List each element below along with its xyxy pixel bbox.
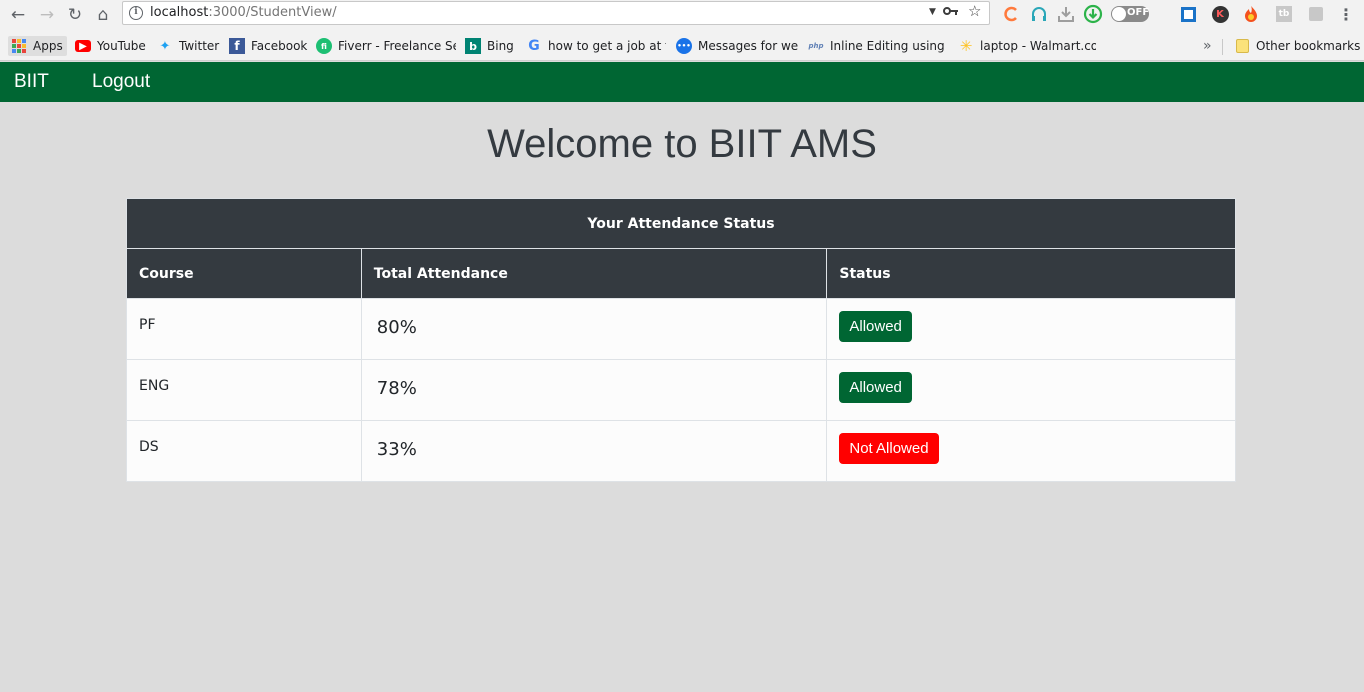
table-caption: Your Attendance Status: [126, 198, 1236, 249]
bookmark-messages[interactable]: ••• Messages for web: [676, 36, 798, 56]
headphones-icon[interactable]: [1029, 4, 1049, 24]
bookmark-label: YouTube: [97, 39, 146, 53]
bookmark-label: Messages for web: [698, 39, 798, 53]
caret-down-icon[interactable]: ▼: [929, 7, 936, 17]
menu-dots-icon[interactable]: ⋮: [1336, 4, 1356, 24]
info-icon[interactable]: i: [129, 6, 143, 20]
logout-link[interactable]: Logout: [92, 71, 150, 93]
header-status: Status: [826, 248, 1236, 299]
bookmark-label: Facebook: [251, 39, 308, 53]
bookmark-twitter[interactable]: ✦ Twitter: [157, 36, 222, 56]
more-bookmarks-button[interactable]: »: [1203, 36, 1212, 56]
walmart-icon: ✳: [959, 37, 973, 55]
url-host: localhost: [150, 5, 209, 20]
tb-extension-icon[interactable]: tb: [1274, 4, 1294, 24]
address-url[interactable]: localhost:3000/StudentView/: [150, 5, 337, 20]
table-row: DS 33% Not Allowed: [126, 420, 1236, 482]
bookmark-walmart[interactable]: ✳ laptop - Walmart.com: [958, 36, 1096, 56]
facebook-icon: f: [229, 38, 245, 54]
off-toggle[interactable]: OFF: [1110, 4, 1150, 24]
flame-icon[interactable]: [1241, 4, 1261, 24]
header-total-attendance: Total Attendance: [360, 248, 828, 299]
attendance-table: Your Attendance Status Course Total Atte…: [126, 198, 1236, 482]
toggle-label: OFF: [1127, 7, 1150, 18]
bookmark-google-search[interactable]: G how to get a job at fa: [526, 36, 666, 56]
bookmark-facebook[interactable]: f Facebook: [229, 36, 309, 56]
other-bookmarks-folder[interactable]: Other bookmarks: [1234, 36, 1360, 56]
messages-icon: •••: [676, 38, 692, 54]
address-bar[interactable]: i localhost:3000/StudentView/ ▼ ☆: [122, 1, 990, 25]
bookmark-inline-editing[interactable]: php Inline Editing using P: [808, 36, 946, 56]
status-badge: Allowed: [839, 372, 912, 403]
k-avatar-icon[interactable]: K: [1210, 4, 1230, 24]
extension-c-icon[interactable]: [1001, 4, 1021, 24]
bookmark-apps[interactable]: Apps: [8, 36, 67, 56]
bookmark-label: Fiverr - Freelance Ser: [338, 39, 456, 53]
bookmark-label: Apps: [33, 39, 63, 53]
bookmark-fiverr[interactable]: fi Fiverr - Freelance Ser: [316, 36, 456, 56]
brand-link[interactable]: BIIT: [14, 71, 49, 93]
status-badge: Not Allowed: [839, 433, 939, 464]
header-course: Course: [126, 248, 362, 299]
bookmark-label: Twitter: [179, 39, 220, 53]
bookmarks-divider: [1222, 39, 1223, 55]
url-path: :3000/StudentView/: [208, 5, 337, 20]
folder-icon: [1234, 38, 1250, 54]
back-arrow-icon[interactable]: ←: [6, 3, 30, 27]
status-cell: Allowed: [826, 298, 1236, 360]
google-icon: G: [528, 38, 540, 54]
page-title: Welcome to BIIT AMS: [487, 122, 877, 166]
download-tray-icon[interactable]: [1056, 4, 1076, 24]
bookmark-label: how to get a job at fa: [548, 39, 666, 53]
home-icon[interactable]: ⌂: [91, 3, 115, 27]
php-icon: php: [808, 42, 824, 50]
status-cell: Allowed: [826, 359, 1236, 421]
extension-square-icon[interactable]: [1178, 4, 1198, 24]
bing-icon: b: [465, 38, 481, 54]
table-header-row: Course Total Attendance Status: [126, 248, 1236, 299]
attendance-cell: 78%: [360, 359, 828, 421]
table-row: ENG 78% Allowed: [126, 359, 1236, 421]
fiverr-icon: fi: [316, 38, 332, 54]
bookmarks-bar: Apps ▶ YouTube ✦ Twitter f Facebook fi F…: [0, 31, 1364, 61]
app-navbar: BIIT Logout: [0, 62, 1364, 102]
reload-icon[interactable]: ↻: [63, 3, 87, 27]
youtube-icon: ▶: [75, 40, 91, 52]
bookmark-label: Inline Editing using P: [830, 39, 946, 53]
bookmark-bing[interactable]: b Bing: [465, 36, 517, 56]
apps-icon: [12, 39, 26, 53]
table-caption-row: Your Attendance Status: [126, 198, 1236, 249]
bookmark-star-icon[interactable]: ☆: [968, 2, 981, 20]
forward-arrow-icon[interactable]: →: [35, 3, 59, 27]
bookmark-youtube[interactable]: ▶ YouTube: [75, 36, 150, 56]
download-circle-icon[interactable]: [1083, 4, 1103, 24]
attendance-cell: 33%: [360, 420, 828, 482]
bookmark-label: laptop - Walmart.com: [980, 39, 1096, 53]
other-bookmarks-label: Other bookmarks: [1256, 39, 1361, 53]
course-cell: PF: [126, 298, 362, 360]
bookmark-label: Bing: [487, 39, 514, 53]
table-row: PF 80% Allowed: [126, 298, 1236, 360]
browser-toolbar: ← → ↻ ⌂ i localhost:3000/StudentView/ ▼ …: [0, 0, 1364, 31]
attendance-cell: 80%: [360, 298, 828, 360]
status-cell: Not Allowed: [826, 420, 1236, 482]
extension-gray-icon[interactable]: [1306, 4, 1326, 24]
course-cell: ENG: [126, 359, 362, 421]
status-badge: Allowed: [839, 311, 912, 342]
key-icon[interactable]: [943, 4, 959, 22]
twitter-icon: ✦: [159, 38, 171, 54]
course-cell: DS: [126, 420, 362, 482]
